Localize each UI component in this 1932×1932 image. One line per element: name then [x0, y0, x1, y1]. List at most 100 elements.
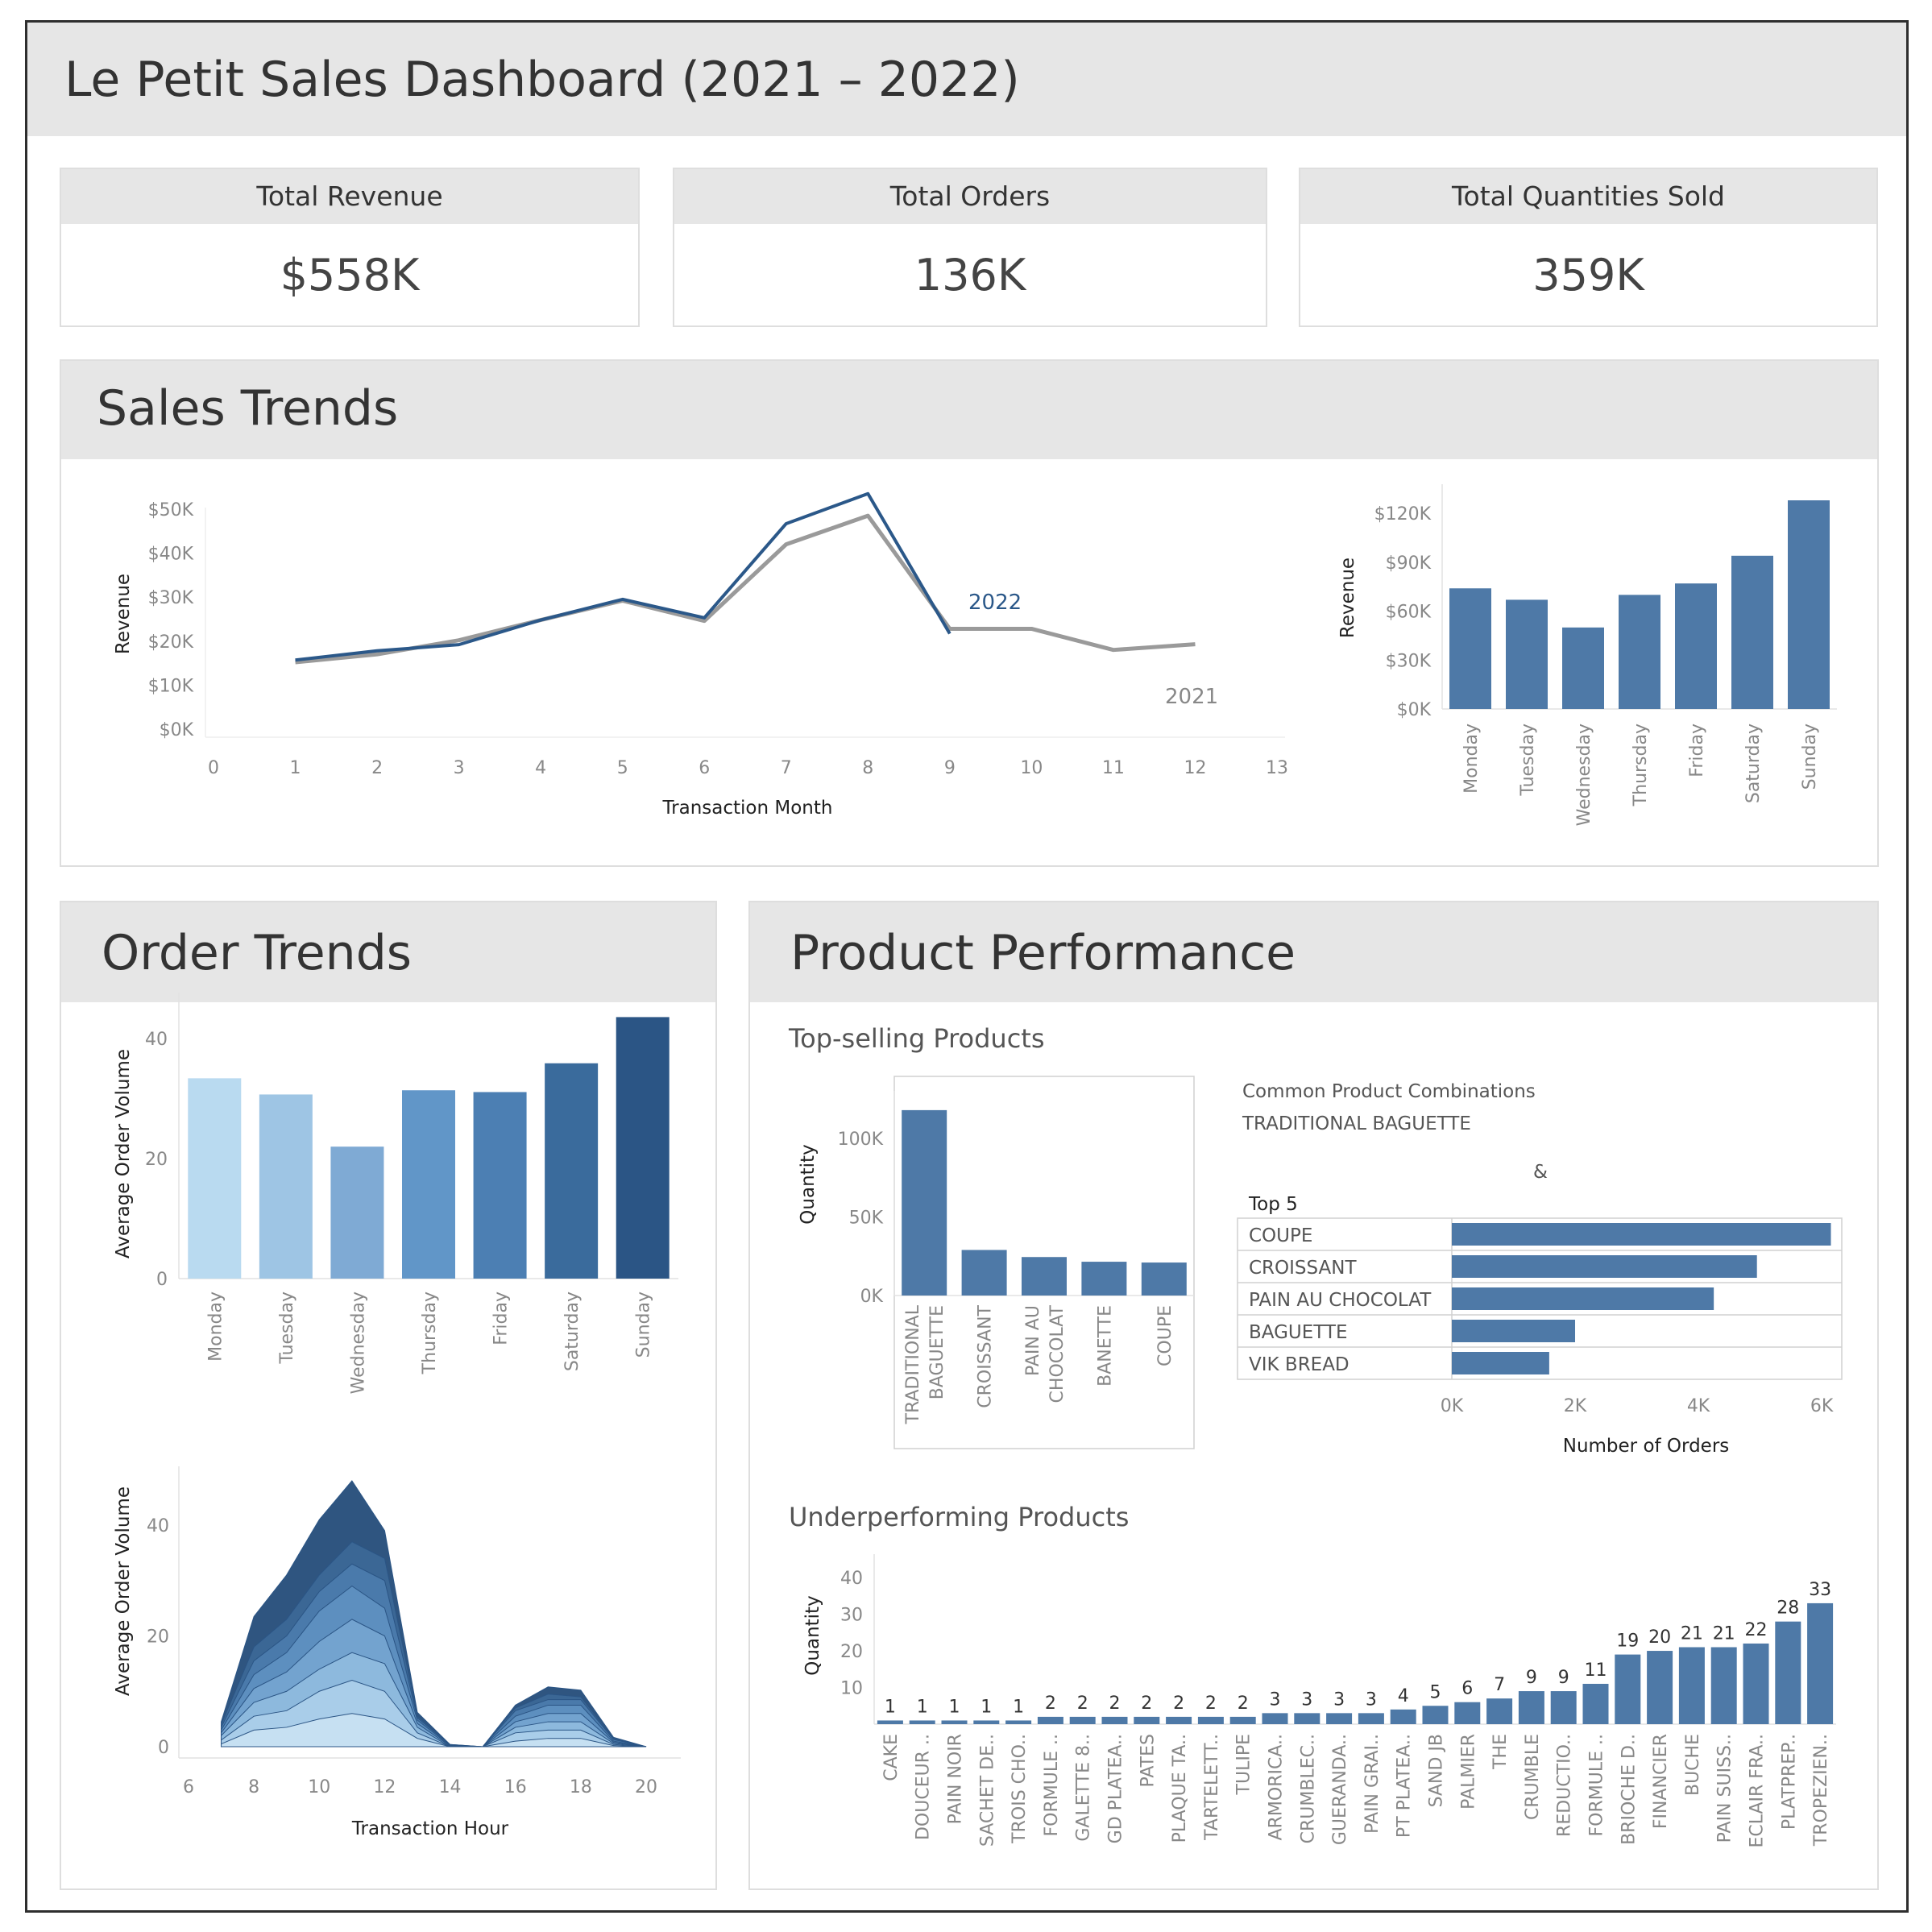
bar: [1550, 1691, 1577, 1724]
charts-canvas: $0K$10K$20K$30K$40K$50K0 1 2 3 4 5 6 7 8 9 10 11 12 1…: [113, 484, 1843, 1848]
bar: [1788, 500, 1830, 709]
x-tick-label: 12: [373, 1777, 396, 1797]
combo-row-label: BAGUETTE: [1249, 1322, 1348, 1343]
bar-value-label: 4: [1398, 1686, 1409, 1706]
bar: [1037, 1716, 1063, 1724]
bar: [1506, 599, 1548, 709]
y-tick-label: 0K: [860, 1287, 884, 1307]
x-tick-label: SACHET DE..: [977, 1734, 997, 1847]
y-tick-label: 40: [840, 1569, 863, 1589]
bar: [473, 1092, 527, 1279]
bar: [259, 1094, 313, 1279]
bar-value-label: 9: [1558, 1668, 1569, 1688]
bar-value-label: 3: [1366, 1689, 1377, 1710]
x-tick-label: 11: [1102, 758, 1125, 778]
bar-value-label: 2: [1109, 1694, 1121, 1714]
x-tick-label: Sunday: [1800, 723, 1820, 790]
bar-value-label: 28: [1777, 1598, 1799, 1619]
x-tick-label: Thursday: [1631, 723, 1651, 806]
bar: [1615, 1654, 1641, 1724]
x-tick-label: Friday: [491, 1291, 512, 1345]
x-tick-label: TARTELETT..: [1202, 1734, 1222, 1841]
bar-value-label: 5: [1430, 1682, 1441, 1702]
x-tick-label: PAIN AU: [1023, 1305, 1043, 1376]
x-tick-label: Sunday: [634, 1291, 654, 1358]
bar: [1710, 1647, 1737, 1724]
y-tick-label: 0: [156, 1270, 168, 1290]
x-tick-label: 18: [570, 1777, 592, 1797]
x-tick-label: 13: [1266, 758, 1288, 778]
bar: [909, 1720, 935, 1724]
bar: [545, 1063, 599, 1279]
bar-value-label: 1: [917, 1697, 928, 1717]
bar: [1678, 1647, 1705, 1724]
combo-ampersand: &: [1533, 1162, 1548, 1183]
bar: [1743, 1643, 1769, 1724]
y-tick-label: $20K: [148, 632, 194, 653]
y-tick-label: $10K: [148, 676, 194, 696]
x-tick-label: PAIN SUISS..: [1715, 1734, 1735, 1843]
x-tick-label: BANETTE: [1095, 1305, 1115, 1387]
y-tick-label: $120K: [1374, 504, 1432, 524]
x-tick-label: 7: [781, 758, 792, 778]
x-tick-label: PLAQUE TA..: [1170, 1734, 1190, 1843]
bar-value-label: 11: [1585, 1660, 1607, 1681]
bar-value-label: 1: [949, 1697, 960, 1717]
x-tick-label: Saturday: [1743, 723, 1764, 803]
x-tick-label: CRUMBLE: [1523, 1734, 1543, 1820]
bar: [1452, 1320, 1576, 1342]
x-tick-label: Friday: [1687, 723, 1707, 777]
bar: [330, 1146, 384, 1279]
bar: [1326, 1713, 1353, 1724]
bar-value-label: 3: [1301, 1689, 1312, 1710]
x-tick-label: Tuesday: [1518, 723, 1538, 797]
x-tick-label: 14: [439, 1777, 462, 1797]
bar-value-label: 20: [1648, 1627, 1671, 1648]
y-axis-title: Quantity: [798, 1144, 819, 1224]
x-tick-label: Thursday: [420, 1291, 440, 1374]
bar-value-label: 22: [1745, 1620, 1768, 1640]
x-tick-label: TROIS CHO..: [1010, 1734, 1030, 1844]
y-tick-label: 20: [145, 1150, 168, 1170]
series-2022-line: [295, 491, 951, 662]
x-tick-label: TROPEZIEN..: [1811, 1734, 1831, 1847]
bar: [1486, 1698, 1513, 1724]
combo-subtitle: TRADITIONAL BAGUETTE: [1242, 1113, 1471, 1134]
y-tick-label: $40K: [148, 545, 194, 565]
series-2021-label: 2021: [1165, 685, 1218, 709]
bar-value-label: 19: [1616, 1631, 1639, 1652]
bar: [961, 1250, 1007, 1296]
x-tick-label: 8: [248, 1777, 259, 1797]
x-tick-label: COUPE: [1155, 1305, 1175, 1366]
x-tick-label: 10: [1020, 758, 1043, 778]
x-tick-label: BUCHE: [1683, 1734, 1703, 1796]
y-tick-label: 10: [840, 1679, 863, 1699]
bar: [1452, 1255, 1757, 1278]
bar: [1358, 1713, 1384, 1724]
bar-value-label: 21: [1681, 1624, 1703, 1644]
bar: [1294, 1713, 1320, 1724]
x-tick-label: Monday: [205, 1291, 226, 1362]
x-tick-label: 0K: [1441, 1396, 1464, 1416]
x-tick-label: 20: [635, 1777, 657, 1797]
x-tick-label: GUERANDA..: [1330, 1734, 1350, 1845]
x-tick-label: PAIN GRAI..: [1362, 1734, 1383, 1834]
x-tick-label: 4K: [1687, 1396, 1710, 1416]
bar: [1562, 627, 1604, 709]
bar-value-label: 2: [1205, 1694, 1217, 1714]
bar: [973, 1720, 1000, 1724]
y-axis-title: Revenue: [1337, 558, 1358, 638]
x-tick-label: 5: [617, 758, 628, 778]
y-axis-title: Quantity: [802, 1595, 823, 1675]
bar: [941, 1720, 968, 1724]
y-tick-label: 40: [145, 1030, 168, 1050]
series-2021-line: [295, 513, 1196, 665]
x-tick-label: BRIOCHE D..: [1619, 1734, 1639, 1845]
bar-value-label: 2: [1238, 1694, 1249, 1714]
bar: [402, 1090, 455, 1279]
bar-value-label: 33: [1809, 1580, 1831, 1600]
bar: [1518, 1691, 1544, 1724]
bar: [1731, 555, 1773, 709]
bar: [1229, 1716, 1256, 1724]
y-axis-title: Average Order Volume: [113, 1486, 134, 1696]
